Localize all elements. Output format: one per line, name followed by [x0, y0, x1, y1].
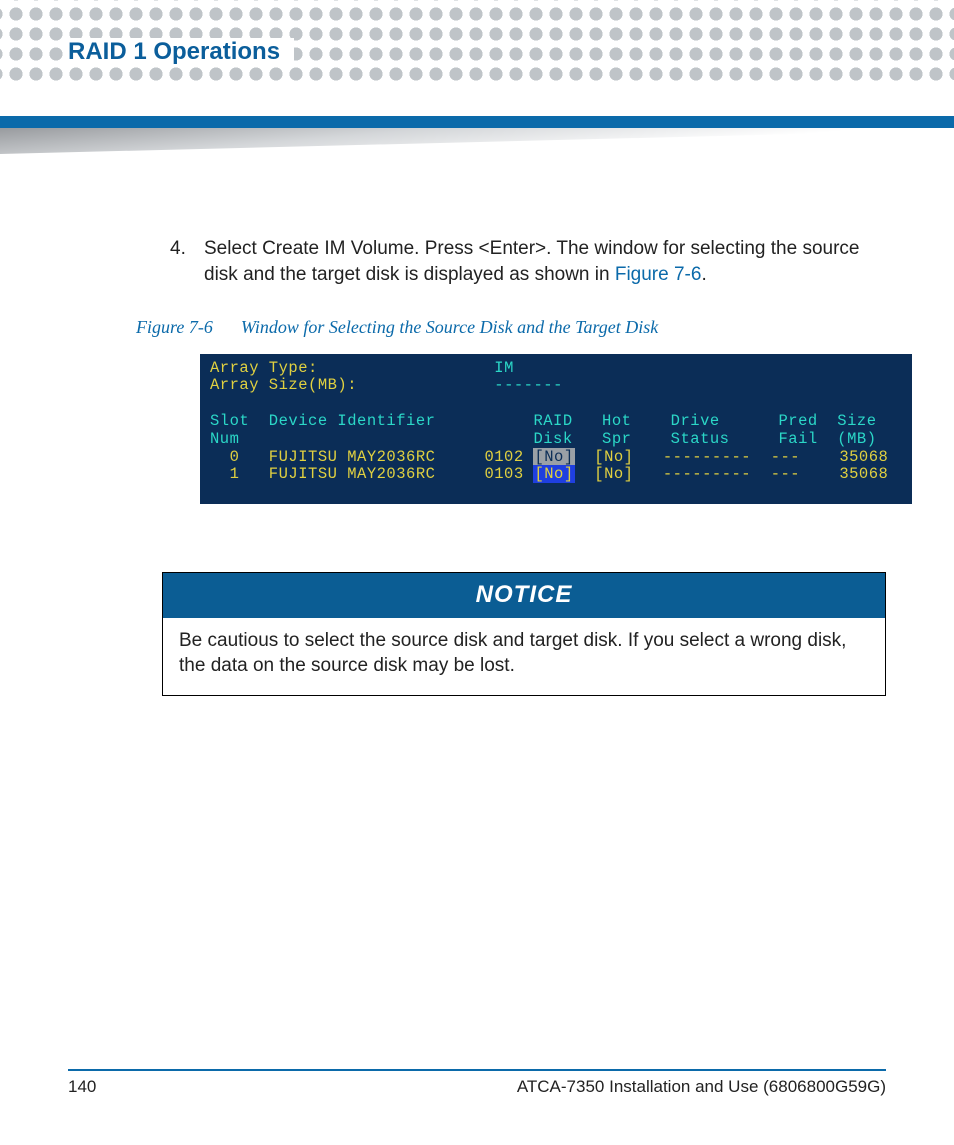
term-row1-pre: 1 FUJITSU MAY2036RC 0103 — [210, 465, 533, 483]
term-row0-raiddisk: [No] — [533, 448, 574, 466]
figure-label: Figure 7-6 — [136, 317, 213, 337]
term-line2-value: ------- — [494, 376, 563, 394]
figure-caption: Figure 7-6 Window for Selecting the Sourc… — [136, 315, 886, 339]
term-row0-post: [No] --------- --- 35068 — [575, 448, 889, 466]
doc-title: ATCA-7350 Installation and Use (6806800G… — [517, 1077, 886, 1097]
step-text-after: . — [701, 264, 706, 285]
step-item: 4. Select Create IM Volume. Press <Enter… — [170, 236, 886, 287]
separator-shadow — [0, 128, 954, 154]
step-text-before: Select Create IM Volume. Press <Enter>. … — [204, 238, 859, 285]
figure-title: Window for Selecting the Source Disk and… — [241, 317, 658, 337]
term-line1-value: IM — [494, 359, 514, 377]
notice-body: Be cautious to select the source disk an… — [163, 618, 885, 695]
notice-title: NOTICE — [163, 573, 885, 617]
separator-bar — [0, 116, 954, 128]
term-line1-label: Array Type: — [210, 359, 318, 377]
term-header-b: Num Disk Spr Status Fail (MB) — [210, 430, 877, 448]
step-text: Select Create IM Volume. Press <Enter>. … — [204, 236, 886, 287]
footer-rule — [68, 1069, 886, 1071]
term-line2-label: Array Size(MB): — [210, 376, 357, 394]
figure-ref-link[interactable]: Figure 7-6 — [615, 264, 702, 285]
term-row0-pre: 0 FUJITSU MAY2036RC 0102 — [210, 448, 533, 466]
section-heading: RAID 1 Operations — [68, 38, 294, 66]
notice-box: NOTICE Be cautious to select the source … — [162, 572, 886, 696]
step-number: 4. — [170, 236, 192, 287]
term-row1-post: [No] --------- --- 35068 — [575, 465, 889, 483]
term-header-a: Slot Device Identifier RAID Hot Drive Pr… — [210, 412, 877, 430]
bios-terminal-figure: Array Type: IM Array Size(MB): ------- S… — [200, 354, 912, 505]
term-row1-raiddisk: [No] — [533, 465, 574, 483]
page-footer: 140 ATCA-7350 Installation and Use (6806… — [68, 1069, 886, 1097]
page-number: 140 — [68, 1077, 96, 1097]
